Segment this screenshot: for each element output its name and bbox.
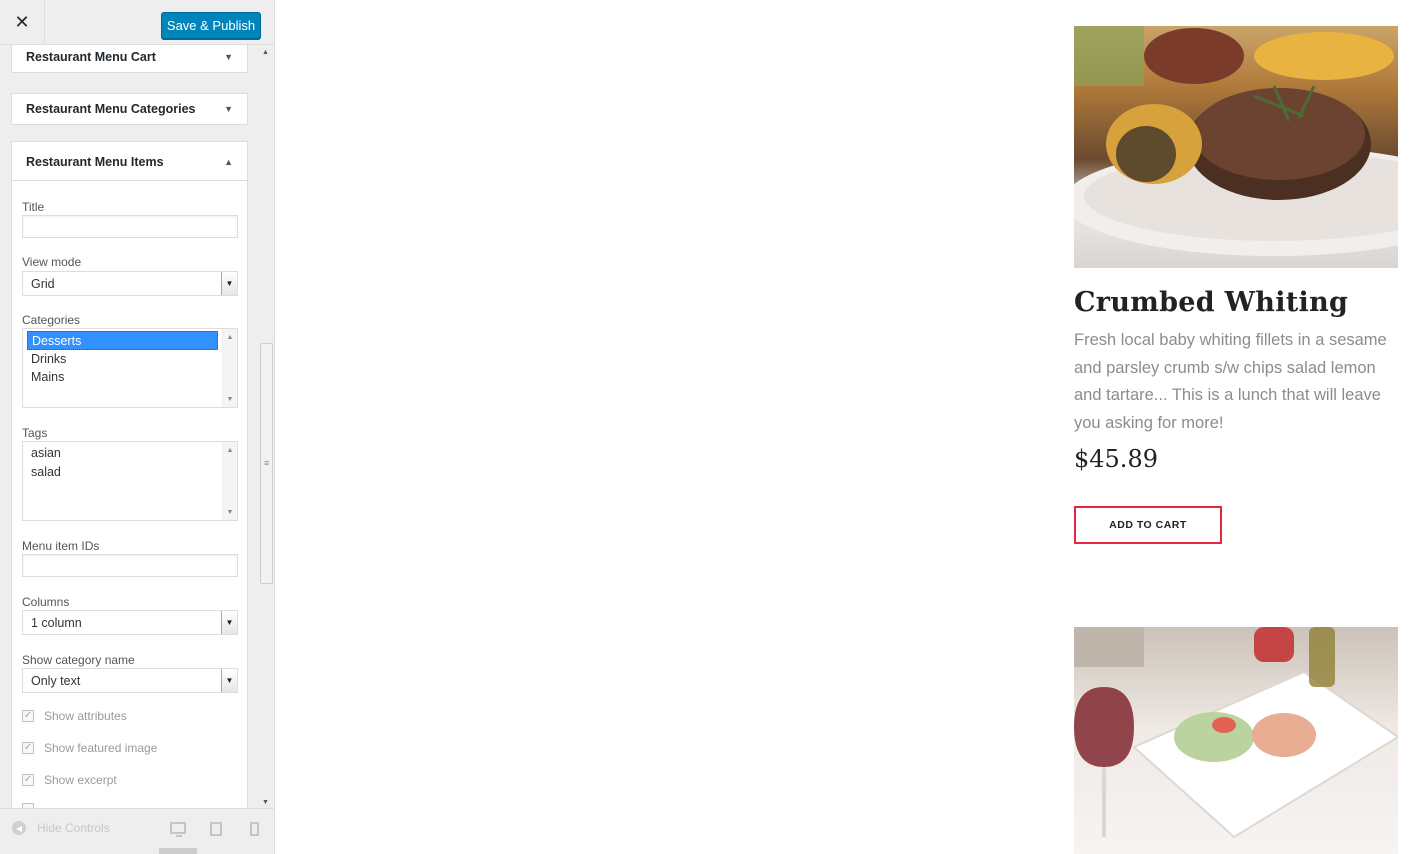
sidebar-scroll-area: Restaurant Menu Cart ▼ Restaurant Menu C… [0,45,258,808]
desktop-preview-icon[interactable] [170,822,186,837]
show-featured-image-option[interactable]: ✓ Show featured image [22,740,157,756]
scroll-down-icon[interactable]: ▼ [223,505,237,519]
hide-controls-button[interactable]: ◀ Hide Controls [12,821,110,835]
checkbox-checked-icon[interactable]: ✓ [22,774,34,786]
section-restaurant-menu-items[interactable]: Restaurant Menu Items ▲ [11,141,248,181]
save-publish-button[interactable]: Save & Publish [161,12,261,39]
menu-items-panel: Title View mode Grid ▼ Categories Desser… [11,181,248,808]
section-restaurant-menu-cart[interactable]: Restaurant Menu Cart ▼ [11,45,248,73]
category-option-mains[interactable]: Mains [27,368,218,387]
chevron-down-icon[interactable]: ▼ [221,272,237,295]
close-icon[interactable]: ✕ [0,0,45,45]
partial-checkbox-option[interactable] [22,801,44,808]
section-title: Restaurant Menu Categories [26,102,196,116]
checkbox-label: Show featured image [44,741,158,755]
show-category-value: Only text [31,674,81,688]
columns-label: Columns [22,595,70,609]
section-title: Restaurant Menu Items [26,155,164,169]
scroll-up-icon[interactable]: ▲ [223,330,237,344]
section-restaurant-menu-categories[interactable]: Restaurant Menu Categories ▼ [11,93,248,125]
show-category-select[interactable]: Only text ▼ [22,668,238,693]
mobile-preview-icon[interactable] [250,822,259,836]
menu-item-description: Fresh local baby whiting fillets in a se… [1074,331,1387,432]
scroll-up-icon[interactable]: ▲ [262,49,269,56]
checkbox-label: Show excerpt [44,773,117,787]
salad-illustration [1074,627,1398,839]
menu-item-title: Crumbed Whiting [1074,287,1349,318]
tag-option-salad[interactable]: salad [27,463,218,482]
scrollbar-thumb[interactable]: ≡ [260,343,273,584]
columns-select[interactable]: 1 column ▼ [22,610,238,635]
collapse-arrow-icon: ▲ [224,157,233,167]
show-category-label: Show category name [22,653,135,667]
site-preview: Crumbed Whiting Fresh local baby whiting… [275,0,1419,854]
scroll-down-icon[interactable]: ▼ [262,799,269,806]
sidebar-header: ✕ Save & Publish [0,0,274,45]
title-label: Title [22,200,45,214]
section-title: Restaurant Menu Cart [26,50,156,64]
columns-value: 1 column [31,616,82,630]
chevron-down-icon[interactable]: ▼ [221,611,237,634]
tags-label: Tags [22,426,48,440]
collapse-arrow-icon: ◀ [12,821,26,835]
checkbox-label: Show attributes [44,709,127,723]
categories-listbox[interactable]: Desserts Drinks Mains ▲ ▼ [22,328,238,408]
view-mode-value: Grid [31,277,55,291]
scroll-down-icon[interactable]: ▼ [223,392,237,406]
show-attributes-option[interactable]: ✓ Show attributes [22,708,127,724]
salad-dish-image [1074,627,1398,854]
categories-label: Categories [22,313,81,327]
show-excerpt-option[interactable]: ✓ Show excerpt [22,772,117,788]
title-input[interactable] [22,215,238,238]
view-mode-select[interactable]: Grid ▼ [22,271,238,296]
horizontal-scroll-indicator [159,848,197,854]
tags-listbox[interactable]: asian salad ▲ ▼ [22,441,238,521]
expand-arrow-icon: ▼ [224,52,233,62]
menu-item-ids-input[interactable] [22,554,238,577]
customizer-screen: ✕ Save & Publish Restaurant Menu Cart ▼ … [0,0,1419,854]
tag-option-asian[interactable]: asian [27,444,218,463]
view-mode-label: View mode [22,255,82,269]
add-to-cart-button[interactable]: ADD TO CART [1074,506,1222,544]
tablet-preview-icon[interactable] [210,822,222,836]
sidebar-footer: ◀ Hide Controls [0,808,274,854]
checkbox-checked-icon[interactable]: ✓ [22,710,34,722]
expand-arrow-icon: ▼ [224,104,233,114]
listbox-scrollbar[interactable]: ▲ ▼ [222,329,237,407]
customizer-sidebar: ✕ Save & Publish Restaurant Menu Cart ▼ … [0,0,275,854]
category-option-drinks[interactable]: Drinks [27,350,218,369]
steak-dish-image [1074,26,1398,268]
category-option-desserts[interactable]: Desserts [27,331,218,350]
scroll-up-icon[interactable]: ▲ [223,443,237,457]
grip-icon: ≡ [264,458,270,468]
menu-item-ids-label: Menu item IDs [22,539,100,553]
chevron-down-icon[interactable]: ▼ [221,669,237,692]
listbox-scrollbar[interactable]: ▲ ▼ [222,442,237,520]
steak-illustration [1074,26,1398,256]
menu-item-price: $45.89 [1074,445,1158,473]
sidebar-scrollbar[interactable]: ▲ ≡ ▼ [259,45,274,808]
checkbox-checked-icon[interactable]: ✓ [22,742,34,754]
hide-controls-label: Hide Controls [37,821,110,835]
